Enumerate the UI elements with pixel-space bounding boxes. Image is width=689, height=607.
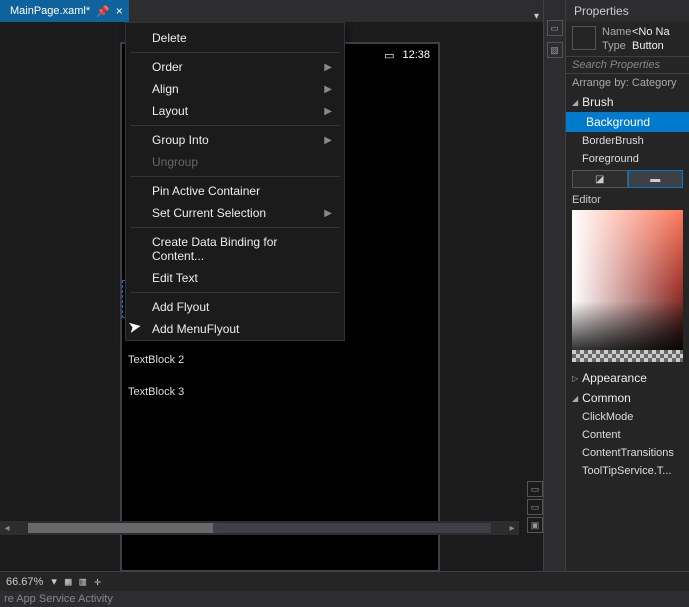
main-row: MainPage.xaml* 📌 × ▾ ▭ 12:38 XAML Contro… xyxy=(0,0,689,571)
properties-identity: Name <No Na Type Button xyxy=(566,22,689,56)
chevron-right-icon: ▶ xyxy=(324,208,332,219)
tab-close-icon[interactable]: × xyxy=(116,4,123,18)
canvas-side-tools: ▭ ▭ ▣ xyxy=(527,481,543,533)
design-area: MainPage.xaml* 📌 × ▾ ▭ 12:38 XAML Contro… xyxy=(0,0,543,571)
category-common[interactable]: ◢Common xyxy=(566,388,689,408)
chevron-right-icon: ▶ xyxy=(324,62,332,73)
canvas-textblock-3[interactable]: TextBlock 3 xyxy=(128,386,184,398)
editor-label: Editor xyxy=(566,190,689,208)
design-canvas[interactable]: ▭ 12:38 XAML Controls Button 1 Button 2 … xyxy=(0,22,543,571)
menu-add-flyout[interactable]: Add Flyout xyxy=(126,296,344,318)
collapse-icon: ▷ xyxy=(572,374,578,383)
menu-group-into[interactable]: Group Into▶ xyxy=(126,129,344,151)
activity-text: re App Service Activity xyxy=(4,593,113,605)
expand-icon: ◢ xyxy=(572,98,578,107)
menu-create-data-binding[interactable]: Create Data Binding for Content... xyxy=(126,231,344,267)
scroll-right-icon[interactable]: ▸ xyxy=(505,523,519,534)
snap-toggle-icon[interactable]: ✛ xyxy=(94,575,101,588)
color-picker[interactable] xyxy=(572,210,683,362)
type-value: Button xyxy=(632,40,670,52)
pin-icon[interactable]: 📌 xyxy=(96,5,110,18)
menu-sep xyxy=(130,125,340,126)
brush-borderbrush[interactable]: BorderBrush xyxy=(566,132,689,150)
arrange-by[interactable]: Arrange by: Category xyxy=(566,74,689,92)
tab-title: MainPage.xaml* xyxy=(10,5,90,17)
properties-panel: Properties Name <No Na Type Button Searc… xyxy=(565,0,689,571)
canvas-textblock-2[interactable]: TextBlock 2 xyxy=(128,354,184,366)
grid-toggle-icon[interactable]: ▦ xyxy=(65,575,72,588)
chevron-right-icon: ▶ xyxy=(324,84,332,95)
tool-icon[interactable]: ▣ xyxy=(527,517,543,533)
menu-sep xyxy=(130,292,340,293)
category-appearance[interactable]: ▷Appearance xyxy=(566,368,689,388)
tab-bar: MainPage.xaml* 📌 × ▾ xyxy=(0,0,543,22)
menu-sep xyxy=(130,52,340,53)
tab-overflow-icon[interactable]: ▾ xyxy=(530,11,543,22)
scroll-left-icon[interactable]: ◂ xyxy=(0,523,14,534)
search-properties-input[interactable]: Search Properties xyxy=(566,56,689,74)
document-tab[interactable]: MainPage.xaml* 📌 × xyxy=(0,0,129,22)
phone-time: 12:38 xyxy=(402,49,430,61)
name-label: Name xyxy=(602,26,630,38)
brush-background[interactable]: Background xyxy=(566,112,689,132)
menu-layout[interactable]: Layout▶ xyxy=(126,100,344,122)
rail-icon[interactable]: ▭ xyxy=(547,20,563,36)
prop-tooltipservice[interactable]: ToolTipService.T... xyxy=(566,462,689,480)
rail-icon[interactable]: ▧ xyxy=(547,42,563,58)
zoom-level[interactable]: 66.67% xyxy=(6,576,43,588)
menu-pin-active-container[interactable]: Pin Active Container xyxy=(126,180,344,202)
scrollbar-thumb[interactable] xyxy=(28,523,213,533)
brush-foreground[interactable]: Foreground xyxy=(566,150,689,168)
element-thumbnail xyxy=(572,26,596,50)
menu-edit-text[interactable]: Edit Text xyxy=(126,267,344,289)
menu-add-menuflyout[interactable]: Add MenuFlyout xyxy=(126,318,344,340)
category-brush[interactable]: ◢Brush xyxy=(566,92,689,112)
type-label: Type xyxy=(602,40,630,52)
prop-content[interactable]: Content xyxy=(566,426,689,444)
tool-icon[interactable]: ▭ xyxy=(527,499,543,515)
brush-solid-tab[interactable]: ▬ xyxy=(628,170,684,188)
tool-icon[interactable]: ▭ xyxy=(527,481,543,497)
canvas-right-rail: ▭ ▧ xyxy=(543,0,565,571)
menu-delete[interactable]: Delete xyxy=(126,27,344,49)
prop-clickmode[interactable]: ClickMode xyxy=(566,408,689,426)
grid-toggle-icon[interactable]: ▥ xyxy=(79,575,86,588)
chevron-right-icon: ▶ xyxy=(324,135,332,146)
chevron-right-icon: ▶ xyxy=(324,106,332,117)
menu-set-current-selection[interactable]: Set Current Selection▶ xyxy=(126,202,344,224)
zoom-dropdown-icon[interactable]: ▾ xyxy=(51,575,57,588)
expand-icon: ◢ xyxy=(572,394,578,403)
menu-sep xyxy=(130,176,340,177)
menu-order[interactable]: Order▶ xyxy=(126,56,344,78)
activity-bar: re App Service Activity xyxy=(0,591,689,607)
properties-header: Properties xyxy=(566,0,689,22)
context-menu: Delete Order▶ Align▶ Layout▶ Group Into▶… xyxy=(125,22,345,341)
prop-contenttransitions[interactable]: ContentTransitions xyxy=(566,444,689,462)
menu-sep xyxy=(130,227,340,228)
name-value[interactable]: <No Na xyxy=(632,26,670,38)
battery-icon: ▭ xyxy=(384,49,394,62)
menu-align[interactable]: Align▶ xyxy=(126,78,344,100)
brush-none-tab[interactable]: ◪ xyxy=(572,170,628,188)
menu-ungroup: Ungroup xyxy=(126,151,344,173)
scrollbar-track[interactable] xyxy=(28,523,491,533)
horizontal-scrollbar[interactable]: ◂ ▸ xyxy=(0,521,519,535)
designer-status-bar: 66.67% ▾ ▦ ▥ ✛ xyxy=(0,571,689,591)
brush-type-tabs: ◪ ▬ xyxy=(566,168,689,190)
